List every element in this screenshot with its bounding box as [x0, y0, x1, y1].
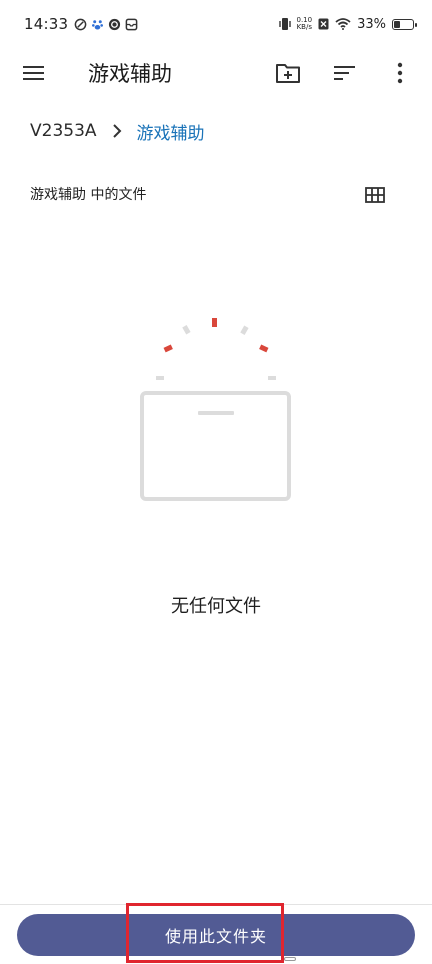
inbox-app-icon: [125, 18, 138, 30]
network-speed: 0.10 KB/s: [297, 17, 313, 31]
use-this-folder-label: 使用此文件夹: [164, 927, 267, 946]
home-indicator: [284, 957, 296, 961]
file-picker-screen: 14:33 0.10 KB/s 33% 游戏辅助 V2353A 游戏辅助 游戏辅…: [0, 0, 432, 964]
paw-app-icon: [92, 19, 104, 30]
more-vert-icon: [397, 62, 403, 84]
spark-left-1: [182, 325, 191, 335]
breadcrumb: V2353A 游戏辅助: [30, 118, 205, 144]
bottom-divider: [0, 904, 432, 905]
spark-left-2: [163, 344, 173, 353]
status-bar: 14:33 0.10 KB/s 33%: [0, 0, 432, 48]
spark-right-1: [240, 325, 249, 335]
battery-icon: [392, 18, 417, 30]
status-time: 14:33: [24, 15, 69, 33]
sort-button[interactable]: [325, 53, 365, 93]
vibrate-icon: [278, 18, 291, 30]
status-right: 0.10 KB/s 33%: [278, 16, 417, 32]
spark-left-3: [156, 376, 164, 380]
grid-view-icon: [365, 187, 385, 203]
more-options-button[interactable]: [380, 53, 420, 93]
sync-app-icon: [109, 18, 121, 30]
no-sim-icon: [318, 18, 329, 30]
sort-icon: [334, 66, 355, 80]
network-speed-unit: KB/s: [296, 23, 312, 31]
empty-box-slot: [198, 411, 234, 415]
leaf-app-icon: [74, 18, 87, 30]
spark-right-3: [268, 376, 276, 380]
notification-icons: [74, 18, 138, 31]
menu-button[interactable]: [14, 53, 54, 93]
new-folder-button[interactable]: [268, 53, 308, 93]
breadcrumb-root[interactable]: V2353A: [30, 121, 97, 141]
empty-folder-illustration: [140, 318, 291, 501]
chevron-right-icon: [112, 124, 121, 138]
grid-view-button[interactable]: [360, 180, 390, 210]
section-header: 游戏辅助 中的文件: [30, 187, 147, 203]
page-title: 游戏辅助: [88, 62, 172, 86]
battery-percent: 33%: [357, 16, 386, 32]
new-folder-icon: [276, 64, 300, 83]
spark-top: [212, 318, 217, 327]
menu-icon: [23, 66, 44, 80]
app-bar: 游戏辅助: [0, 48, 432, 100]
breadcrumb-current[interactable]: 游戏辅助: [137, 119, 205, 144]
battery-level-fill: [394, 20, 400, 28]
wifi-icon: [335, 18, 351, 30]
spark-right-2: [259, 344, 269, 353]
empty-box: [140, 391, 291, 501]
empty-state-message: 无任何文件: [171, 596, 261, 617]
use-this-folder-button[interactable]: 使用此文件夹: [17, 914, 415, 956]
